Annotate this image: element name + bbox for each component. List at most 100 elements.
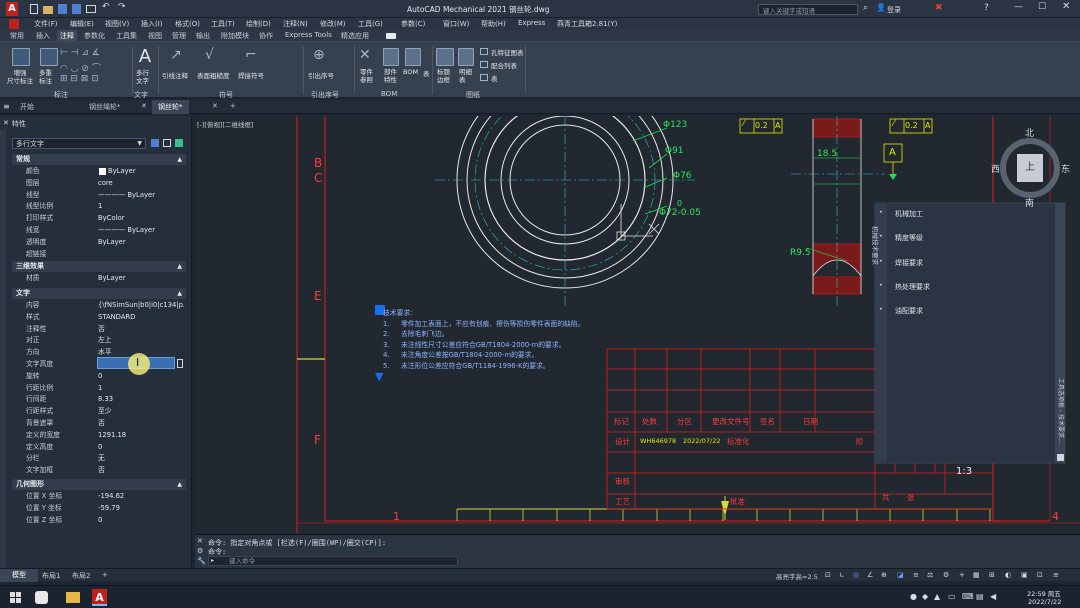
dim-label[interactable]: Φ91 [665, 146, 684, 156]
property-row[interactable]: 颜色 ByLayer [12, 166, 184, 178]
search-input[interactable]: 键入关键字或短语 [763, 5, 815, 15]
menu-item[interactable]: Express [518, 19, 545, 27]
menu-item[interactable]: 参数(C) [401, 19, 425, 29]
tool-palette-side-label[interactable]: 工具选项板 - 技术要求... [1057, 378, 1066, 444]
command-input[interactable]: 键入命令 [229, 557, 255, 566]
component-props-icon[interactable] [383, 48, 399, 66]
hole-chart-icon[interactable] [480, 48, 488, 55]
palette-close-icon[interactable]: ✕ [3, 119, 9, 127]
search-box[interactable]: 键入关键字或短语 [758, 4, 858, 15]
weld-symbol-button[interactable]: 焊接符号 [238, 70, 264, 80]
compass-east[interactable]: 东 [1061, 162, 1070, 175]
autocad-logo-icon[interactable]: A [6, 2, 18, 16]
workspace-icon[interactable]: ⚙ [943, 571, 949, 579]
user-icon[interactable]: 👤 [876, 3, 886, 12]
tool-palette-item[interactable]: • 热处理要求 [879, 282, 930, 292]
clock-date[interactable]: 2022/7/22 [1028, 598, 1061, 606]
property-value[interactable]: 无 [98, 453, 184, 465]
calculator-icon[interactable] [177, 359, 183, 368]
ribbon-tab[interactable]: 精选应用 [341, 31, 369, 41]
plus-icon[interactable]: + [959, 571, 965, 579]
lineweight-icon[interactable]: ≡ [913, 571, 919, 579]
section-geometry[interactable]: 几何图形 ▲ [12, 479, 186, 490]
menu-item[interactable]: 帮助(H) [481, 19, 506, 29]
help-icon[interactable]: ? [984, 3, 989, 13]
property-value[interactable]: 否 [98, 418, 184, 430]
tray-icon[interactable]: ▲ [934, 592, 940, 601]
menu-item[interactable]: 修改(M) [320, 19, 346, 29]
property-value[interactable]: 1 [98, 201, 184, 213]
mtext-icon[interactable]: A [136, 46, 154, 68]
property-row[interactable]: 透明度 ByLayer [12, 237, 184, 249]
property-value[interactable]: 0 [98, 442, 184, 454]
property-value[interactable]: ———— ByLayer [98, 225, 184, 237]
dim-label[interactable]: 18.5 [817, 149, 837, 159]
property-row[interactable]: 位置 Z 坐标 0 [12, 515, 184, 527]
ribbon-tab[interactable]: Express Tools [285, 31, 332, 39]
collapse-icon[interactable]: ▲ [177, 154, 182, 165]
parts-list-icon[interactable] [458, 48, 474, 66]
object-type-select[interactable]: 多行文字 ▼ [12, 138, 146, 149]
multi-dimension-button[interactable]: 多重 标注 [39, 69, 52, 85]
status-text-height[interactable]: 高亮字高=2.5 [776, 571, 818, 581]
menu-item[interactable]: 工具(G) [358, 19, 383, 29]
property-row[interactable]: 超链接 [12, 249, 184, 261]
annotation-scale-icon[interactable]: ⚖ [927, 571, 933, 579]
fits-list-button[interactable]: 配合列表 [491, 60, 517, 70]
new-tab-icon[interactable]: + [230, 102, 236, 110]
command-input-box[interactable]: ▸ 键入命令 [208, 556, 458, 566]
add-layout-icon[interactable]: + [102, 571, 108, 579]
ribbon-tab-active[interactable]: 注释 [57, 30, 77, 42]
property-value[interactable]: ByLayer [98, 237, 184, 249]
table-small-button[interactable]: 表 [491, 73, 498, 83]
battery-icon[interactable]: ▭ [948, 592, 956, 601]
property-row[interactable]: 分栏 无 [12, 453, 184, 465]
tolerance-datum[interactable]: A [775, 121, 780, 130]
property-row[interactable]: 材质 ByLayer [12, 273, 184, 285]
customize-icon[interactable]: ≡ [1053, 571, 1059, 579]
property-value[interactable]: 左上 [98, 335, 184, 347]
ortho-icon[interactable]: ∟ [839, 571, 845, 579]
compass-north[interactable]: 北 [1025, 126, 1034, 139]
menu-item[interactable]: 编辑(E) [70, 19, 94, 29]
property-value[interactable]: {\fNSimSun|b0|i0|c134|p... [98, 300, 184, 312]
menu-item[interactable]: 窗口(W) [443, 19, 469, 29]
palette-menu-icon[interactable] [1057, 454, 1064, 461]
polar-icon[interactable]: ◎ [853, 571, 859, 579]
autocad-taskbar-icon[interactable]: A [92, 589, 107, 606]
property-value[interactable]: ByColor [98, 213, 184, 225]
doc-tab-active[interactable]: 钢丝轮* [152, 100, 189, 114]
ribbon-group-label[interactable]: 符号 [219, 90, 233, 100]
bom-icon[interactable] [405, 48, 421, 66]
compass-south[interactable]: 南 [1025, 196, 1034, 209]
property-value[interactable]: 至少 [98, 406, 184, 418]
ribbon-tab[interactable]: 协作 [259, 31, 273, 41]
ribbon-tab[interactable]: 视图 [148, 31, 162, 41]
units-icon[interactable]: ▦ [973, 571, 980, 579]
ribbon-minimize-icon[interactable] [386, 33, 396, 39]
surface-texture-icon[interactable]: √ [205, 46, 223, 64]
osnap-icon[interactable]: ◪ [897, 571, 904, 579]
section-general[interactable]: 常规 ▲ [12, 154, 186, 165]
exchange-icon[interactable]: ✖ [935, 3, 943, 13]
volume-icon[interactable]: ◀ [990, 592, 996, 601]
section-3d-effects[interactable]: 三维效果 ▲ [12, 261, 186, 272]
dim-label[interactable]: Φ72-0.05 [659, 208, 701, 218]
tolerance-value[interactable]: 0.2 [905, 121, 918, 130]
dim-label[interactable]: Φ76 [673, 171, 692, 181]
table-button[interactable]: 表 [423, 68, 430, 78]
menu-item[interactable]: 插入(I) [141, 19, 163, 29]
command-wrench-icon[interactable]: 🔧 [197, 557, 206, 565]
login-link[interactable]: 登录 [887, 5, 901, 15]
property-row[interactable]: 样式 STANDARD [12, 312, 184, 324]
property-value[interactable]: 8.33 [98, 394, 184, 406]
open-file-icon[interactable] [43, 6, 53, 14]
palette-titlebar-strip[interactable] [0, 130, 6, 568]
command-prompt-icon[interactable]: ▸ [211, 557, 214, 564]
undo-icon[interactable]: ↶ [102, 2, 110, 12]
property-row[interactable]: 图层 core [12, 178, 184, 190]
maximize-button[interactable]: ☐ [1038, 2, 1046, 12]
part-reference-button[interactable]: 零件 参照 [360, 68, 373, 84]
graphics-icon[interactable]: ▣ [1021, 571, 1028, 579]
command-settings-icon[interactable]: ⚙ [197, 547, 203, 555]
